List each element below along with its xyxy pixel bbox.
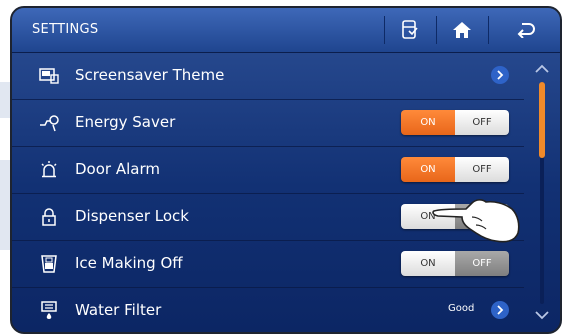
setting-row-door-alarm: Door Alarm ON OFF bbox=[12, 146, 524, 194]
toggle-on-option[interactable]: ON bbox=[401, 251, 455, 276]
toggle-on-option[interactable]: ON bbox=[401, 110, 455, 135]
water-filter-icon bbox=[41, 301, 57, 319]
header-bar: SETTINGS bbox=[12, 8, 560, 53]
setting-label: Dispenser Lock bbox=[75, 207, 189, 225]
water-filter-status: Good bbox=[448, 303, 475, 314]
toggle-off-option[interactable]: OFF bbox=[455, 251, 509, 276]
home-icon bbox=[453, 22, 471, 38]
toggle-off-option[interactable]: OFF bbox=[455, 110, 509, 135]
scrollbar-thumb[interactable] bbox=[539, 82, 545, 158]
screensaver-chevron-button[interactable] bbox=[491, 66, 509, 84]
settings-screen: SETTINGS Screensaver Theme Energy Saver … bbox=[10, 6, 562, 334]
header-divider bbox=[436, 16, 437, 44]
chevron-right-icon bbox=[497, 70, 504, 80]
fridge-manager-button[interactable] bbox=[386, 14, 434, 46]
energy-saver-icon bbox=[40, 115, 59, 132]
door-alarm-toggle[interactable]: ON OFF bbox=[401, 157, 509, 182]
pointing-hand-icon bbox=[432, 199, 520, 243]
setting-label: Energy Saver bbox=[75, 113, 176, 131]
home-button[interactable] bbox=[438, 14, 486, 46]
scroll-up-icon[interactable] bbox=[534, 64, 550, 74]
setting-label: Door Alarm bbox=[75, 160, 160, 178]
scrollbar[interactable] bbox=[524, 52, 560, 332]
ice-making-toggle[interactable]: ON OFF bbox=[401, 251, 509, 276]
settings-list: Screensaver Theme Energy Saver ON OFF Do… bbox=[12, 52, 524, 332]
back-icon bbox=[517, 23, 535, 38]
setting-label: Water Filter bbox=[75, 301, 162, 319]
header-divider bbox=[384, 16, 385, 44]
lock-icon bbox=[42, 208, 56, 226]
setting-label: Screensaver Theme bbox=[75, 66, 225, 84]
screensaver-icon bbox=[39, 68, 59, 84]
toggle-off-option[interactable]: OFF bbox=[455, 157, 509, 182]
setting-label: Ice Making Off bbox=[75, 254, 183, 272]
setting-row-energy-saver: Energy Saver ON OFF bbox=[12, 99, 524, 147]
toggle-on-option[interactable]: ON bbox=[401, 157, 455, 182]
back-button[interactable] bbox=[502, 14, 550, 46]
fridge-manager-icon bbox=[402, 20, 418, 39]
energy-saver-toggle[interactable]: ON OFF bbox=[401, 110, 509, 135]
setting-row-water-filter[interactable]: Water Filter Good bbox=[12, 287, 524, 332]
water-filter-chevron-button[interactable] bbox=[491, 301, 509, 319]
chevron-right-icon bbox=[497, 305, 504, 315]
setting-row-ice-making-off: Ice Making Off ON OFF bbox=[12, 240, 524, 288]
ice-off-icon bbox=[41, 255, 57, 273]
scroll-down-icon[interactable] bbox=[534, 310, 550, 320]
header-divider bbox=[488, 16, 489, 44]
setting-row-screensaver-theme[interactable]: Screensaver Theme bbox=[12, 52, 524, 100]
door-alarm-icon bbox=[41, 161, 57, 178]
page-title: SETTINGS bbox=[32, 22, 99, 37]
